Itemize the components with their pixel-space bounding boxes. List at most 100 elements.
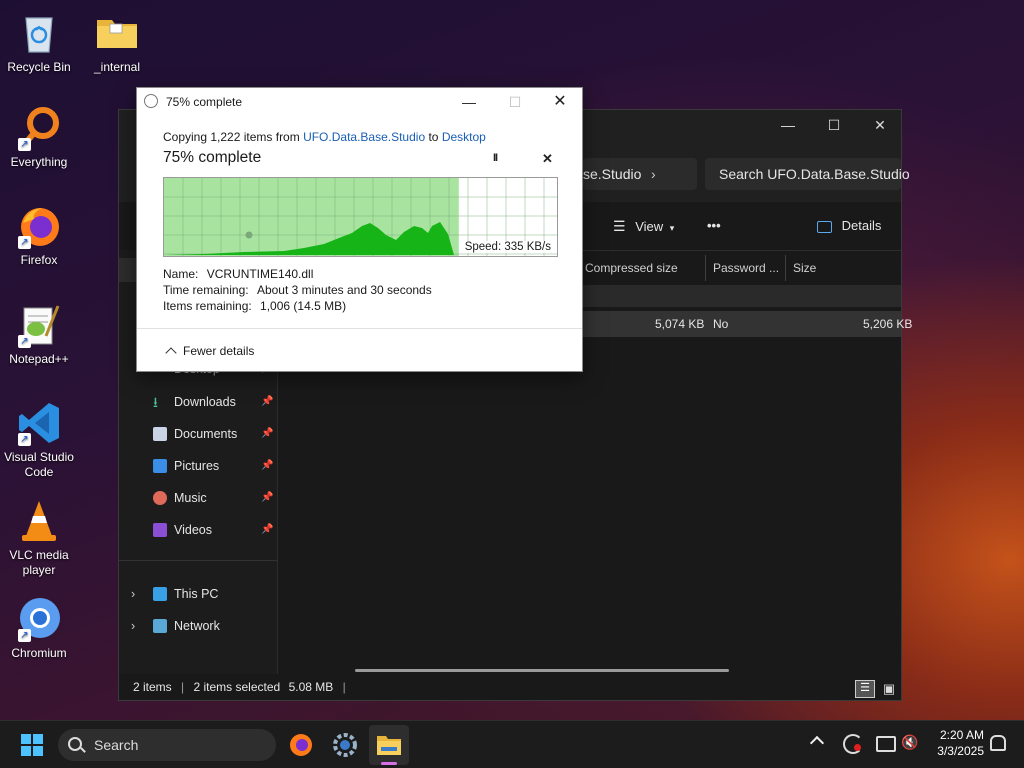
- details-view-button[interactable]: ☰: [855, 680, 875, 698]
- folder-icon: [94, 10, 140, 56]
- chromium-icon: ↗: [16, 596, 62, 642]
- network-status-icon[interactable]: [876, 736, 896, 752]
- tiles-view-button[interactable]: ▣: [879, 680, 899, 698]
- maximize-button[interactable]: ☐: [811, 110, 857, 140]
- download-arrow-icon: ⭳: [153, 394, 158, 410]
- details-pane-button[interactable]: Details: [817, 208, 887, 244]
- items-label: Items remaining:: [163, 299, 252, 313]
- desktop-icon-vlc[interactable]: VLC media player: [0, 498, 81, 578]
- progress-heading: 75% complete: [163, 149, 262, 166]
- desktop-icon-label: _internal: [93, 60, 141, 74]
- expand-chevron-icon[interactable]: ›: [131, 579, 135, 609]
- dialog-title: 75% complete: [166, 95, 243, 109]
- column-separator: [705, 255, 706, 281]
- nav-item-network[interactable]: › Network: [119, 611, 277, 641]
- minimize-button[interactable]: —: [765, 110, 811, 140]
- desktop-icon-firefox[interactable]: ↗ Firefox: [0, 203, 81, 268]
- fewer-details-button[interactable]: Fewer details: [163, 344, 254, 359]
- clock[interactable]: 2:20 AM 3/3/2025: [928, 727, 984, 759]
- time-label: Time remaining:: [163, 283, 249, 297]
- close-button[interactable]: ✕: [857, 110, 903, 140]
- chevron-down-icon: ▾: [669, 223, 675, 233]
- cell-compressed-size: 5,074 KB: [655, 317, 705, 331]
- desktop-icon-internal-folder[interactable]: _internal: [75, 10, 159, 75]
- desktop-icon-label: Everything: [10, 155, 68, 169]
- close-button[interactable]: ✕: [537, 88, 583, 116]
- nav-item-label: Downloads: [174, 395, 236, 409]
- nav-item-label: Documents: [174, 427, 238, 441]
- cell-size: 5,206 KB: [863, 317, 913, 331]
- destination-link[interactable]: Desktop: [442, 130, 486, 144]
- nav-item-music[interactable]: Music 📌: [119, 483, 277, 513]
- copying-summary: Copying 1,222 items from UFO.Data.Base.S…: [163, 130, 486, 144]
- horizontal-scrollbar[interactable]: [355, 669, 729, 672]
- desktop-icon-recycle-bin[interactable]: Recycle Bin: [0, 10, 81, 75]
- maximize-button[interactable]: ☐: [492, 88, 538, 116]
- volume-muted-icon[interactable]: 🔇: [901, 734, 918, 751]
- start-button[interactable]: [12, 725, 52, 765]
- pin-icon: 📌: [261, 460, 274, 471]
- taskbar-file-explorer[interactable]: [369, 725, 409, 765]
- desktop-icon-everything[interactable]: ↗ Everything: [0, 105, 81, 170]
- time-remaining-line: Time remaining: About 3 minutes and 30 s…: [163, 283, 432, 297]
- desktop-icon-label: Notepad++: [9, 352, 69, 366]
- nav-item-label: Music: [174, 491, 207, 505]
- notepadpp-icon: ↗: [16, 302, 62, 348]
- column-compressed-size[interactable]: Compressed size: [585, 255, 705, 281]
- pin-icon: 📌: [261, 524, 274, 535]
- network-icon: [153, 619, 167, 633]
- column-password[interactable]: Password ...: [713, 255, 783, 281]
- details-pane-icon: [817, 220, 832, 233]
- shortcut-arrow-icon: ↗: [18, 335, 31, 348]
- cancel-copy-button[interactable]: ✕: [542, 151, 553, 167]
- nav-item-documents[interactable]: Documents 📌: [119, 419, 277, 449]
- taskbar-search-label: Search: [94, 737, 139, 753]
- monitor-icon: [153, 587, 167, 601]
- pictures-icon: [153, 459, 167, 473]
- nav-item-this-pc[interactable]: › This PC: [119, 579, 277, 609]
- view-lines-icon: ☰: [613, 218, 626, 234]
- nav-item-downloads[interactable]: ⭳ Downloads 📌: [119, 387, 277, 417]
- chevron-right-icon[interactable]: ›: [651, 158, 656, 190]
- folder-icon: [377, 736, 401, 755]
- source-link[interactable]: UFO.Data.Base.Studio: [303, 130, 425, 144]
- gear-icon: [333, 733, 357, 757]
- desktop-icon-chromium[interactable]: ↗ Chromium: [0, 596, 81, 661]
- vlc-cone-icon: [16, 498, 62, 544]
- column-size[interactable]: Size: [793, 255, 853, 281]
- firefox-icon: ↗: [16, 203, 62, 249]
- address-bar[interactable]: se.Studio ›: [583, 158, 697, 190]
- expand-chevron-icon[interactable]: ›: [131, 611, 135, 641]
- sync-status-icon[interactable]: [843, 734, 863, 754]
- cell-password: No: [713, 317, 729, 331]
- pin-icon: 📌: [261, 492, 274, 503]
- taskbar-settings[interactable]: [325, 725, 365, 765]
- shortcut-arrow-icon: ↗: [18, 433, 31, 446]
- chevron-up-icon: [809, 735, 825, 751]
- dialog-titlebar[interactable]: 75% complete — ☐ ✕: [137, 88, 582, 116]
- pin-icon: 📌: [261, 396, 274, 407]
- nav-item-label: This PC: [174, 587, 219, 601]
- videos-icon: [153, 523, 167, 537]
- desktop-icon-vscode[interactable]: ↗ Visual Studio Code: [0, 400, 81, 480]
- copy-progress-dialog[interactable]: 75% complete — ☐ ✕ Copying 1,222 items f…: [136, 87, 583, 372]
- taskbar-firefox[interactable]: [281, 725, 321, 765]
- nav-item-pictures[interactable]: Pictures 📌: [119, 451, 277, 481]
- show-hidden-icons-button[interactable]: [809, 735, 825, 751]
- taskbar-search-box[interactable]: Search: [58, 729, 276, 761]
- items-remaining-line: Items remaining: 1,006 (14.5 MB): [163, 299, 346, 313]
- minimize-button[interactable]: —: [446, 88, 492, 116]
- error-badge: [854, 744, 861, 751]
- search-input[interactable]: Search UFO.Data.Base.Studio: [719, 158, 910, 190]
- nav-item-videos[interactable]: Videos 📌: [119, 515, 277, 545]
- pause-button[interactable]: II: [493, 152, 498, 164]
- view-button[interactable]: ☰ View ▾: [613, 208, 683, 244]
- desktop-icon-label: Firefox: [20, 253, 58, 267]
- search-box[interactable]: Search UFO.Data.Base.Studio: [705, 158, 910, 190]
- chevron-up-icon: [165, 347, 177, 359]
- shortcut-arrow-icon: ↗: [18, 236, 31, 249]
- more-options-button[interactable]: •••: [707, 208, 731, 244]
- status-item-count: 2 items: [133, 680, 172, 694]
- desktop-icon-notepadpp[interactable]: ↗ Notepad++: [0, 302, 81, 367]
- notification-bell-icon[interactable]: [990, 735, 1006, 751]
